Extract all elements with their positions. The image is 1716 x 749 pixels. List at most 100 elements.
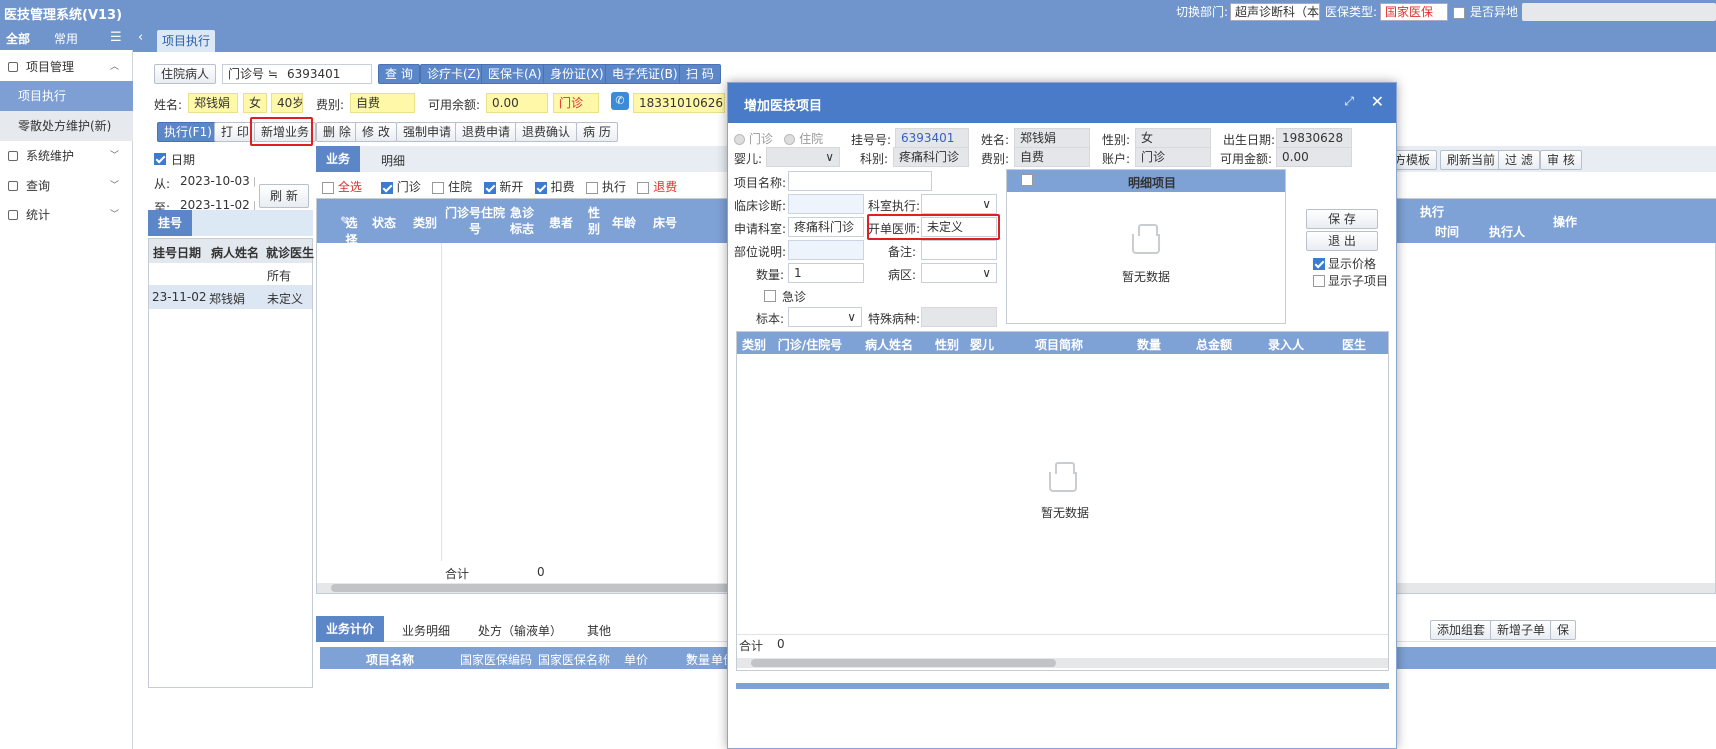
inpatient-checkbox[interactable]: 住院 xyxy=(432,180,472,194)
refresh-current-button[interactable]: 刷新当前 xyxy=(1440,150,1503,170)
chevron-down-icon: ∨ xyxy=(982,197,991,211)
tab-registration[interactable]: 挂号 xyxy=(148,210,192,236)
insurance-type-select[interactable]: 国家医保 ∨ xyxy=(1380,3,1448,35)
balance-label: 可用余额: xyxy=(428,98,481,112)
tab-all[interactable]: 全部 xyxy=(6,30,30,47)
save-partial-button[interactable]: 保 xyxy=(1550,620,1577,640)
scan-button[interactable]: 扫 码 xyxy=(679,64,721,84)
apply-dept-field[interactable]: 疼痛科门诊 xyxy=(788,217,864,237)
clinical-diag-input[interactable] xyxy=(788,194,864,214)
force-apply-button[interactable]: 强制申请 xyxy=(396,122,459,142)
new-checkbox[interactable]: 新开 xyxy=(483,180,523,194)
sidebar-item-stats[interactable]: 统计 ﹀ xyxy=(0,200,133,230)
menu-toggle-icon[interactable]: ☰ xyxy=(110,30,122,45)
radio-inpatient[interactable]: 住院 xyxy=(784,132,823,146)
quantity-input[interactable]: 1 xyxy=(788,263,864,283)
execute-checkbox[interactable]: 执行 xyxy=(586,180,626,194)
empty-box-icon xyxy=(1049,462,1077,492)
e-voucher-button[interactable]: 电子凭证(B) xyxy=(605,64,685,84)
remark-input[interactable] xyxy=(921,240,997,260)
show-price-checkbox[interactable] xyxy=(1313,256,1325,270)
user-field[interactable] xyxy=(1522,3,1716,21)
tab-business-detail[interactable]: 业务明细 xyxy=(402,622,450,639)
empty-text: 暂无数据 xyxy=(1041,506,1090,520)
review-button[interactable]: 审 核 xyxy=(1540,150,1582,170)
specimen-select[interactable]: ∨ xyxy=(788,307,862,327)
refund-checkbox[interactable]: 退费 xyxy=(637,180,677,194)
all-checkbox[interactable]: 全选 xyxy=(322,180,362,194)
refund-confirm-button[interactable]: 退费确认 xyxy=(515,122,578,142)
fee-field: 自费 xyxy=(1014,147,1090,167)
show-sub-checkbox[interactable] xyxy=(1313,273,1325,287)
deduct-checkbox[interactable]: 扣费 xyxy=(534,180,575,194)
sidebar-item-scattered-rx[interactable]: 零散处方维护(新) xyxy=(0,111,133,141)
birth-field: 19830628 xyxy=(1276,128,1352,148)
date-checkbox[interactable] xyxy=(154,151,166,165)
from-label: 从: xyxy=(154,177,171,191)
chart-icon xyxy=(8,210,18,220)
maximize-icon[interactable]: ⤢ xyxy=(1344,94,1354,109)
part-input[interactable] xyxy=(788,240,864,260)
infant-select[interactable]: ∨ xyxy=(766,147,840,167)
history-button[interactable]: 病 历 xyxy=(576,122,618,142)
query-button[interactable]: 查 询 xyxy=(378,64,420,84)
table-row[interactable]: 23-11-02 郑钱娟 未定义 xyxy=(149,285,312,309)
refresh-button[interactable]: 刷 新 xyxy=(259,184,309,208)
close-icon[interactable]: ✕ xyxy=(1371,92,1384,111)
remote-checkbox[interactable] xyxy=(1453,3,1465,21)
tab-bar: ‹ 项目执行 xyxy=(133,24,1716,52)
radio-outpatient[interactable]: 门诊 xyxy=(734,132,773,146)
visit-type-radios: 门诊 住院 xyxy=(734,130,823,147)
clinic-card-button[interactable]: 诊疗卡(Z) xyxy=(420,64,488,84)
tab-business[interactable]: 业务 xyxy=(316,146,360,172)
modify-button[interactable]: 修 改 xyxy=(355,122,397,142)
id-card-button[interactable]: 身份证(X) xyxy=(543,64,611,84)
divider xyxy=(737,634,1388,635)
chevron-down-icon: ﹀ xyxy=(109,210,119,220)
chevron-down-icon: ∨ xyxy=(982,266,991,280)
folder-icon xyxy=(8,62,18,72)
dialog-header: 增加医技项目 ⤢ ✕ xyxy=(728,83,1396,123)
tab-other[interactable]: 其他 xyxy=(587,622,611,639)
dept-exec-select[interactable]: ∨ xyxy=(921,194,997,214)
exit-button[interactable]: 退 出 xyxy=(1306,231,1378,251)
chevron-left-icon[interactable]: ‹ xyxy=(138,30,143,45)
outpatient-checkbox[interactable]: 门诊 xyxy=(380,180,421,194)
dept-field: 疼痛科门诊 xyxy=(893,147,969,167)
from-date-input[interactable]: 2023-10-03 ▦ xyxy=(175,172,255,192)
highlight-box xyxy=(250,117,313,146)
search-icon xyxy=(8,181,18,191)
patient-sex-field: 女 xyxy=(243,93,267,113)
tab-detail[interactable]: 明细 xyxy=(381,152,405,169)
new-sub-order-button[interactable]: 新增子单 xyxy=(1490,620,1553,640)
urgent-checkbox[interactable] xyxy=(764,288,776,302)
item-name-input[interactable] xyxy=(788,171,932,191)
app-titlebar: 医技管理系统(V13) 切换部门: 超声诊断科（本部 医保类型: 国家医保 ∨ … xyxy=(0,0,1716,35)
refund-apply-button[interactable]: 退费申请 xyxy=(455,122,518,142)
dept-select[interactable]: 超声诊断科（本部 xyxy=(1230,3,1320,21)
outpatient-no-field[interactable]: 门诊号 ≒ 6393401 xyxy=(222,64,372,84)
add-group-button[interactable]: 添加组套 xyxy=(1430,620,1493,640)
tab-common[interactable]: 常用 xyxy=(54,30,78,47)
table-row[interactable]: 所有 xyxy=(149,263,312,285)
sidebar-item-project-exec[interactable]: 项目执行 xyxy=(0,81,133,111)
account-field: 门诊 xyxy=(1135,147,1211,167)
highlight-box xyxy=(867,214,1000,240)
sidebar-item-project-mgmt[interactable]: 项目管理 ︿ xyxy=(0,52,133,82)
delete-button[interactable]: 删 除 xyxy=(316,122,358,142)
tab-pricing[interactable]: 业务计价 xyxy=(316,616,384,642)
insurance-card-button[interactable]: 医保卡(A) xyxy=(481,64,549,84)
tab-project-exec[interactable]: 项目执行 xyxy=(157,30,216,52)
app-title: 医技管理系统(V13) xyxy=(4,8,123,23)
filter-button[interactable]: 过 滤 xyxy=(1498,150,1540,170)
save-button[interactable]: 保 存 xyxy=(1306,209,1378,229)
empty-box-icon xyxy=(1132,224,1160,254)
ward-select[interactable]: ∨ xyxy=(921,263,997,283)
total-value: 0 xyxy=(537,565,545,579)
execute-button[interactable]: 执行(F1) xyxy=(157,122,219,142)
sidebar-item-query[interactable]: 查询 ﹀ xyxy=(0,171,133,201)
horizontal-scrollbar[interactable] xyxy=(737,658,1388,668)
sidebar-item-system[interactable]: 系统维护 ﹀ xyxy=(0,141,133,171)
inpatient-button[interactable]: 住院病人 xyxy=(154,64,217,84)
tab-prescription[interactable]: 处方（输液单） xyxy=(478,622,562,639)
